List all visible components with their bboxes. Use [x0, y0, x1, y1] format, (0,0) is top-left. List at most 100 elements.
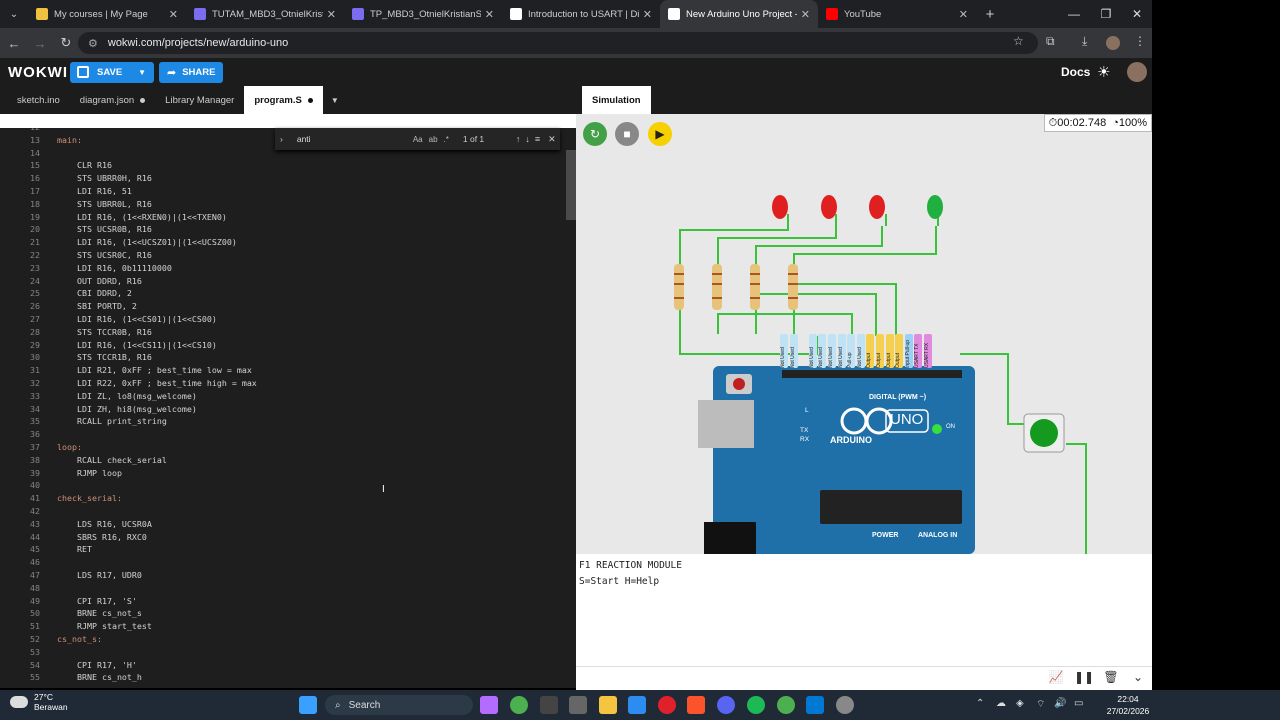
app-icon[interactable] [836, 696, 854, 714]
chrome-icon[interactable] [510, 696, 528, 714]
code-line: STS TCCR1B, R16 [57, 352, 152, 363]
collapse-chevron-icon[interactable]: ⌄ [1128, 670, 1148, 688]
docs-link[interactable]: Docs [1061, 65, 1090, 79]
code-line: RCALL print_string [57, 416, 167, 427]
extensions-icon[interactable]: ⧉ [1046, 34, 1055, 49]
url-field[interactable]: ⚙ wokwi.com/projects/new/arduino-uno [78, 32, 1038, 54]
close-tab-icon[interactable]: ✕ [643, 8, 652, 21]
opera-icon[interactable] [658, 696, 676, 714]
restore-icon[interactable]: ❐ [1090, 0, 1122, 28]
wokwi-header: WOKWI SAVE ▼ ➦ SHARE Docs ☀ [0, 58, 1152, 86]
photos-icon[interactable] [628, 696, 646, 714]
onedrive-icon[interactable]: ☁ [996, 698, 1006, 709]
simulation-canvas[interactable]: ↻ ■ ▶ ⏱ 00:02.748 ◔ 100% Not Used Not Us… [576, 114, 1152, 554]
next-match-icon[interactable]: ↓ [525, 134, 530, 144]
regex-icon[interactable]: .* [444, 135, 449, 144]
save-button[interactable]: SAVE ▼ [70, 61, 154, 83]
power-jack [704, 522, 756, 554]
editor-tab[interactable]: diagram.json [70, 86, 155, 114]
tab-search-chevron-icon[interactable]: ⌄ [0, 0, 28, 28]
code-editor[interactable]: 12 13 main: 14 15 CLR R16 16 STS UBRR0H, R16 1… [0, 128, 576, 688]
chrome-profile-icon[interactable] [777, 696, 795, 714]
network-icon[interactable]: ◈ [1016, 698, 1024, 709]
browser-tab[interactable]: New Arduino Uno Project - Wo ✕ [660, 0, 818, 28]
resistor-3 [750, 264, 760, 310]
editor-tab[interactable]: sketch.ino [7, 86, 70, 114]
site-info-icon[interactable]: ⚙ [88, 37, 98, 50]
spotify-icon[interactable] [747, 696, 765, 714]
browser-menu-icon[interactable]: ⋮ [1134, 34, 1146, 48]
close-tab-icon[interactable]: ✕ [801, 8, 810, 21]
serial-line: F1 REACTION MODULE [579, 560, 682, 571]
editor-tab[interactable]: program.S [244, 86, 323, 114]
match-word-icon[interactable]: ab [429, 135, 438, 144]
close-tab-icon[interactable]: ✕ [327, 8, 336, 21]
terminal-icon[interactable] [540, 696, 558, 714]
download-icon[interactable]: ⤓ [1082, 34, 1087, 49]
discord-icon[interactable] [717, 696, 735, 714]
editor-tab-label: diagram.json [79, 94, 135, 106]
copilot-icon[interactable] [480, 696, 498, 714]
pause-icon[interactable]: ❚❚ [1074, 670, 1094, 688]
tab-favicon-icon [826, 8, 838, 20]
battery-icon[interactable]: ▭ [1074, 698, 1083, 709]
chevron-down-icon[interactable]: ▼ [138, 68, 146, 77]
close-tab-icon[interactable]: ✕ [169, 8, 178, 21]
close-window-icon[interactable]: ✕ [1121, 0, 1153, 28]
share-button[interactable]: ➦ SHARE [159, 61, 223, 83]
wokwi-logo[interactable]: WOKWI [8, 64, 70, 81]
close-tab-icon[interactable]: ✕ [959, 8, 968, 21]
new-tab-button[interactable]: + [976, 0, 1004, 28]
back-icon[interactable]: ← [2, 36, 26, 51]
reload-icon[interactable]: ↻ [54, 35, 78, 51]
start-windows-icon[interactable] [299, 696, 317, 714]
taskbar-clock[interactable]: 22:04 27/02/2026 [1106, 693, 1150, 717]
expand-replace-chevron-icon[interactable]: › [280, 134, 283, 144]
bookmark-star-icon[interactable]: ☆ [1013, 34, 1024, 48]
match-case-icon[interactable]: Aa [413, 135, 423, 144]
line-number: 15 [30, 160, 40, 171]
close-tab-icon[interactable]: ✕ [485, 8, 494, 21]
code-line: main: [57, 134, 82, 145]
tabs-menu-chevron-icon[interactable]: ▼ [331, 96, 339, 105]
settings-icon[interactable] [569, 696, 587, 714]
browser-tab[interactable]: TUTAM_MBD3_OtnielKristianSi ✕ [186, 0, 344, 28]
editor-scrollbar[interactable] [566, 150, 576, 220]
minimize-icon[interactable]: — [1058, 0, 1090, 28]
code-line: STS UBRR0L, R16 [57, 198, 152, 209]
uno-label: UNO [890, 411, 924, 428]
browser-tab[interactable]: TP_MBD3_OtnielKristianSiantur ✕ [344, 0, 502, 28]
previous-match-icon[interactable]: ↑ [516, 134, 521, 144]
line-number: 25 [30, 288, 40, 299]
volume-icon[interactable]: 🔊 [1054, 698, 1066, 709]
theme-sun-icon[interactable]: ☀ [1097, 63, 1110, 81]
profile-avatar[interactable] [1106, 36, 1120, 50]
line-number: 18 [30, 198, 40, 209]
tray-chevron-icon[interactable]: ⌃ [976, 698, 984, 709]
trash-icon[interactable]: 🗑 [1101, 670, 1121, 688]
tab-simulation[interactable]: Simulation [582, 86, 651, 114]
brave-icon[interactable] [687, 696, 705, 714]
analog-label: ANALOG IN [918, 532, 958, 539]
weather-widget[interactable]: 27°C Berawan [10, 692, 68, 712]
close-find-icon[interactable]: ✕ [548, 134, 556, 145]
serial-monitor[interactable]: F1 REACTION MODULE S=Start H=Help [576, 554, 1152, 666]
line-number: 28 [30, 326, 40, 337]
tab-favicon-icon [668, 8, 680, 20]
vscode-icon[interactable] [806, 696, 824, 714]
browser-tab[interactable]: YouTube ✕ [818, 0, 976, 28]
weather-temp: 27°C [34, 692, 53, 702]
code-line: LDI R22, 0xFF ; best_time high = max [57, 378, 257, 388]
file-explorer-icon[interactable] [599, 696, 617, 714]
plotter-icon[interactable]: 📈 [1046, 670, 1066, 688]
line-number: 33 [30, 390, 40, 401]
wifi-icon[interactable]: ⌔ [1036, 698, 1045, 711]
find-in-selection-icon[interactable]: ≡ [535, 134, 540, 144]
browser-tab[interactable]: Introduction to USART | Digilab ✕ [502, 0, 660, 28]
editor-tab[interactable]: Library Manager [155, 86, 244, 114]
taskbar-search[interactable]: ⌕ Search [325, 695, 473, 715]
user-avatar[interactable] [1127, 62, 1147, 82]
forward-icon[interactable]: → [28, 36, 52, 51]
browser-tab[interactable]: My courses | My Page ✕ [28, 0, 186, 28]
find-input[interactable]: anti [297, 134, 407, 144]
